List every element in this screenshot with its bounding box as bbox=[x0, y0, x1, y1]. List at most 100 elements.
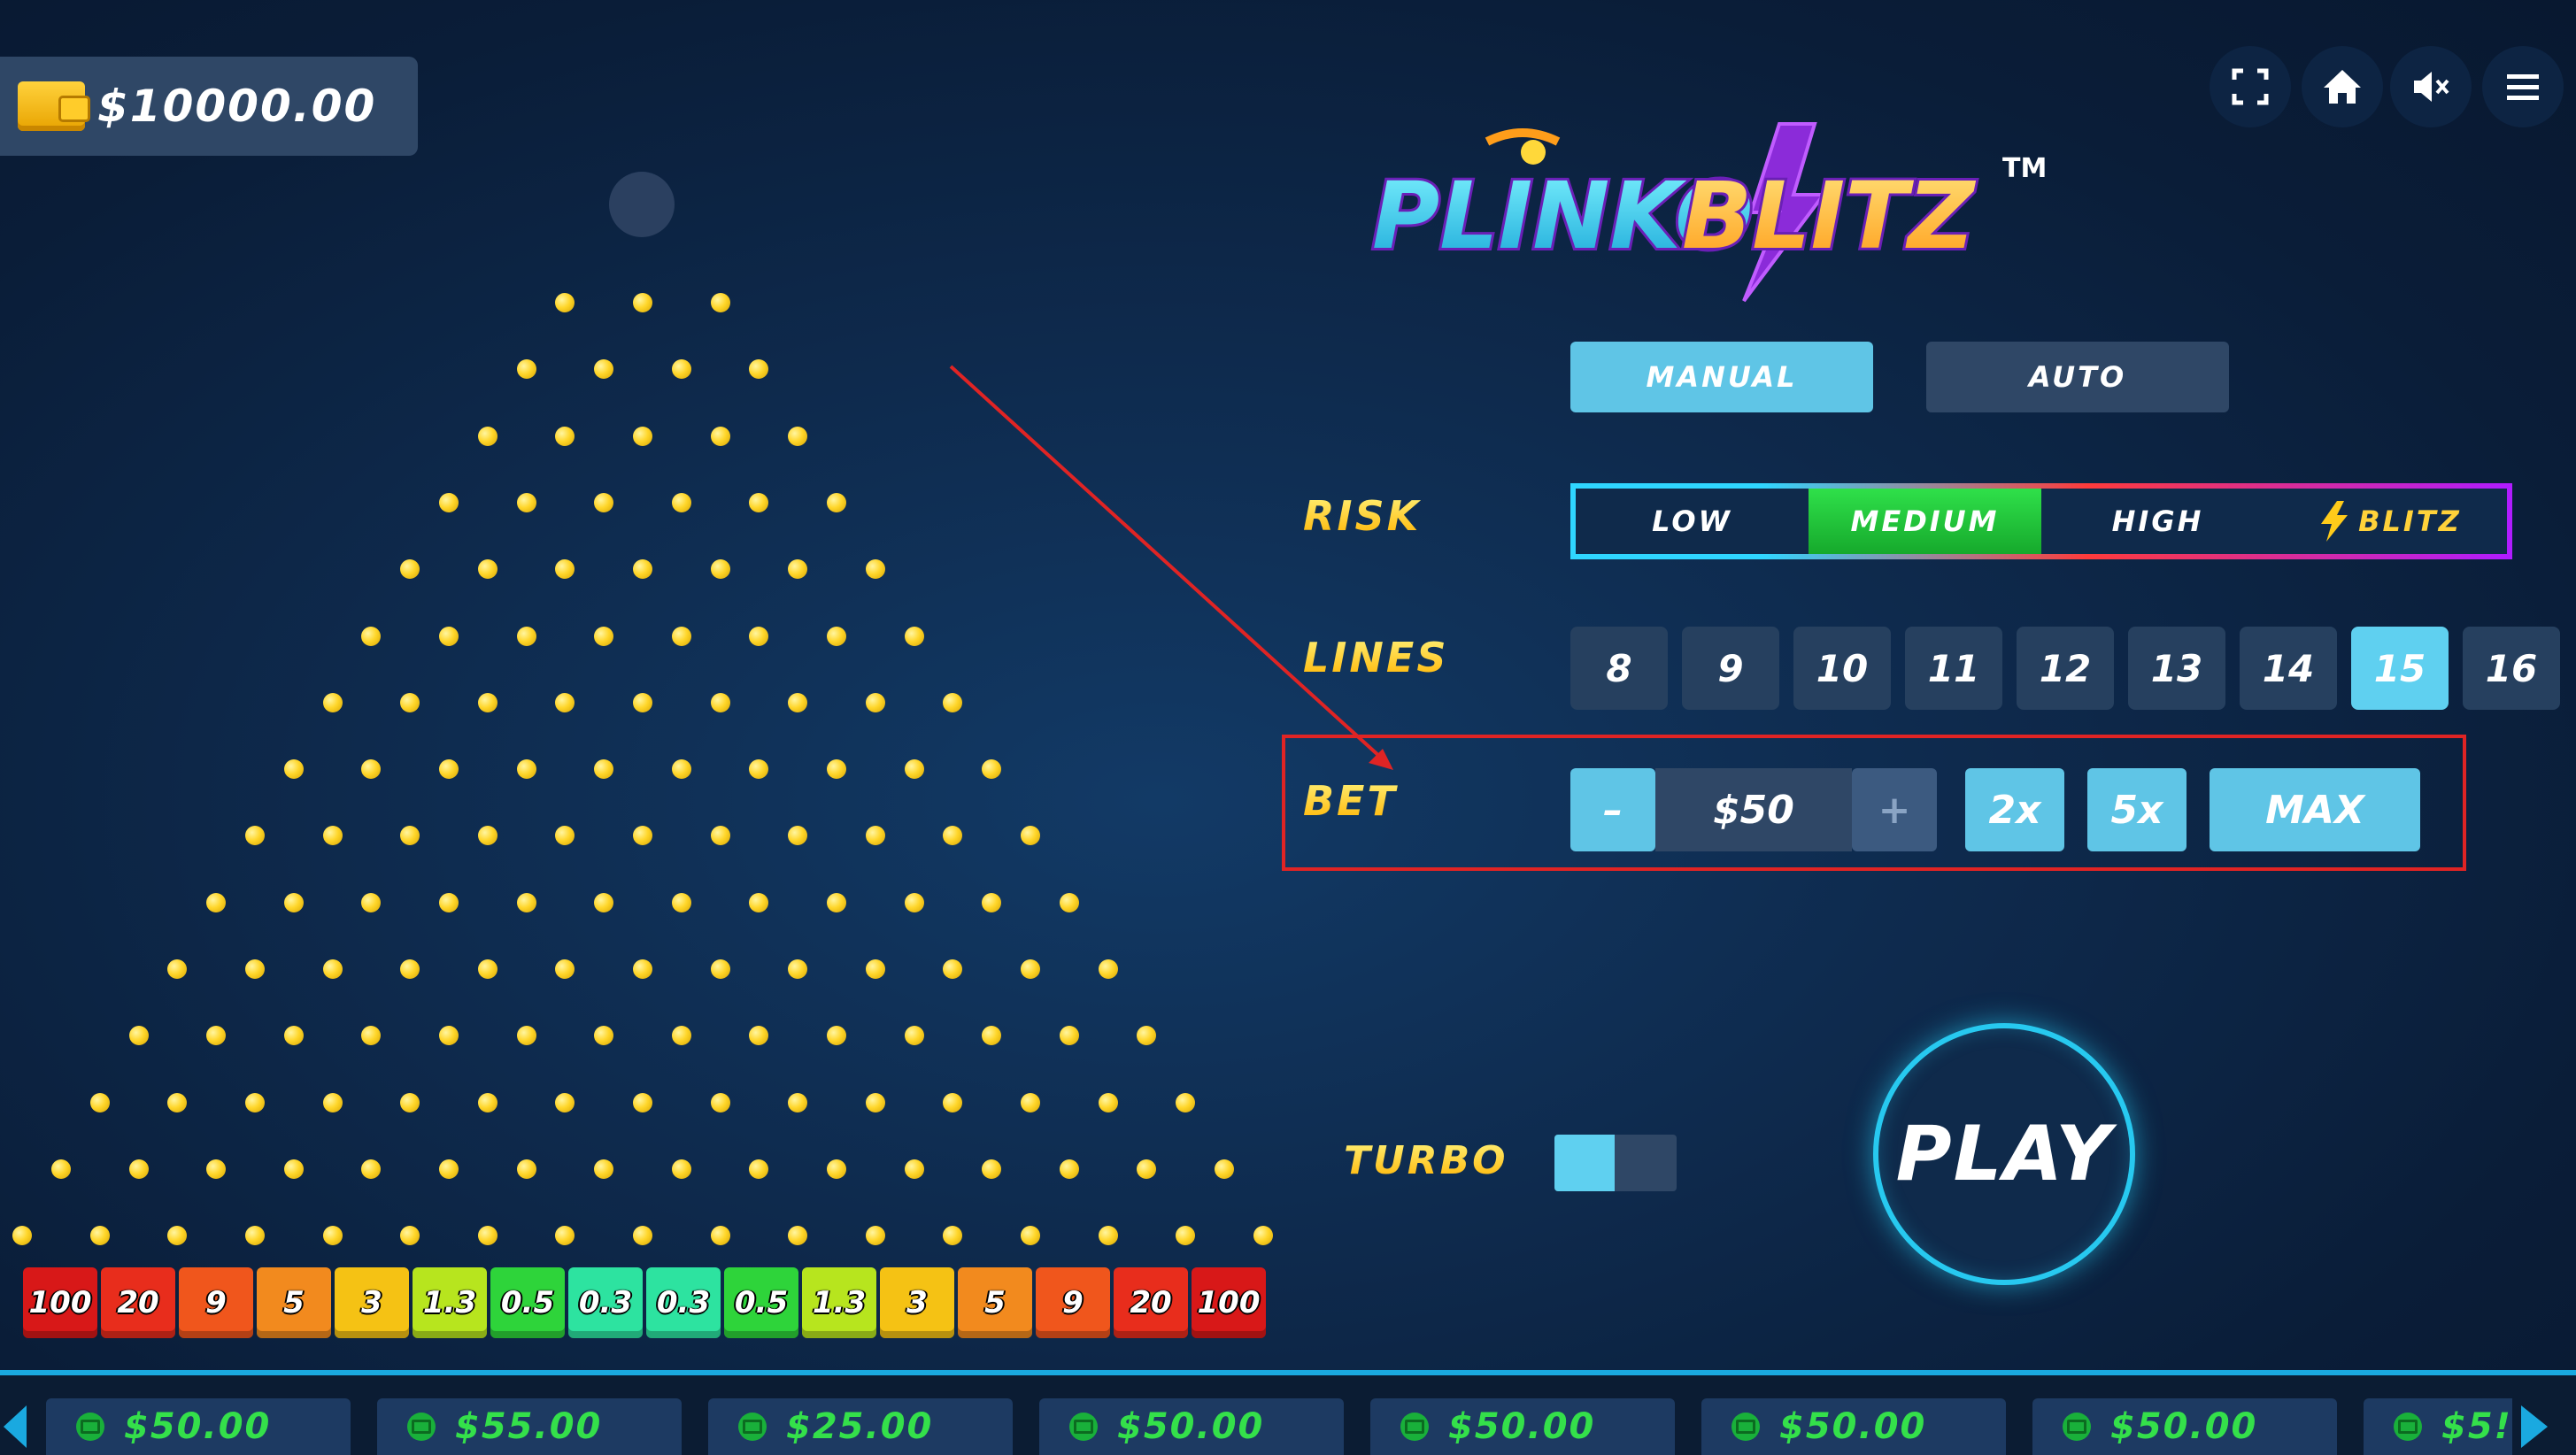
peg bbox=[594, 1159, 614, 1179]
peg bbox=[1137, 1026, 1157, 1046]
bet-amount-field[interactable]: $50 bbox=[1655, 768, 1852, 851]
bet-decrease-button[interactable]: – bbox=[1570, 768, 1655, 851]
peg bbox=[245, 959, 265, 979]
peg bbox=[788, 559, 808, 580]
multiplier-bucket: 1.3 bbox=[413, 1267, 487, 1338]
peg bbox=[245, 826, 265, 846]
peg bbox=[400, 1226, 420, 1246]
peg bbox=[167, 1092, 188, 1112]
peg bbox=[516, 892, 536, 912]
peg bbox=[827, 892, 846, 912]
peg bbox=[361, 1159, 382, 1179]
peg bbox=[827, 492, 846, 512]
peg bbox=[671, 626, 691, 646]
peg bbox=[283, 1026, 304, 1046]
lines-option-16[interactable]: 16 bbox=[2463, 627, 2560, 710]
peg bbox=[477, 1092, 497, 1112]
peg bbox=[400, 959, 420, 979]
lines-option-11[interactable]: 11 bbox=[1905, 627, 2002, 710]
risk-option-medium[interactable]: MEDIUM bbox=[1809, 489, 2041, 554]
history-item: $50.00 bbox=[1370, 1398, 1675, 1455]
auto-label: AUTO bbox=[2028, 360, 2127, 394]
history-item: $50.00 bbox=[2032, 1398, 2337, 1455]
peg bbox=[400, 692, 420, 712]
manual-mode-button[interactable]: MANUAL bbox=[1570, 342, 1873, 412]
peg bbox=[788, 1226, 808, 1246]
peg bbox=[749, 626, 769, 646]
peg bbox=[865, 692, 885, 712]
five-times-label: 5x bbox=[2110, 787, 2163, 833]
peg bbox=[1137, 1159, 1157, 1179]
peg bbox=[943, 692, 963, 712]
peg bbox=[633, 826, 652, 846]
peg bbox=[477, 559, 497, 580]
speaker-muted-icon bbox=[2414, 72, 2449, 102]
logo-text-blitz: BLITZ bbox=[1682, 162, 1976, 270]
menu-button[interactable] bbox=[2482, 46, 2564, 127]
history-left-arrow-icon[interactable] bbox=[0, 1398, 35, 1455]
peg bbox=[1021, 1226, 1040, 1246]
risk-option-low[interactable]: LOW bbox=[1576, 489, 1809, 554]
peg bbox=[982, 759, 1002, 780]
multiplier-bucket: 100 bbox=[23, 1267, 97, 1338]
peg bbox=[710, 293, 730, 312]
peg bbox=[516, 626, 536, 646]
peg bbox=[516, 759, 536, 780]
multiplier-bucket: 0.3 bbox=[646, 1267, 721, 1338]
multiplier-bucket: 5 bbox=[257, 1267, 331, 1338]
peg bbox=[439, 1026, 459, 1046]
multiplier-bucket: 100 bbox=[1192, 1267, 1266, 1338]
risk-option-high[interactable]: HIGH bbox=[2041, 489, 2274, 554]
peg bbox=[555, 1226, 575, 1246]
peg bbox=[633, 1226, 652, 1246]
auto-mode-button[interactable]: AUTO bbox=[1926, 342, 2229, 412]
bet-max-button[interactable]: MAX bbox=[2210, 768, 2420, 851]
lines-option-14[interactable]: 14 bbox=[2240, 627, 2337, 710]
lines-option-8[interactable]: 8 bbox=[1570, 627, 1668, 710]
peg bbox=[322, 1226, 343, 1246]
lines-option-13[interactable]: 13 bbox=[2128, 627, 2225, 710]
cash-icon bbox=[1731, 1413, 1760, 1441]
multiplier-bucket: 3 bbox=[880, 1267, 954, 1338]
home-button[interactable] bbox=[2302, 46, 2383, 127]
bet-increase-button[interactable]: + bbox=[1852, 768, 1937, 851]
peg bbox=[361, 759, 382, 780]
history-amount: $50.00 bbox=[2110, 1406, 2258, 1447]
bet-five-times-button[interactable]: 5x bbox=[2087, 768, 2187, 851]
cash-icon bbox=[738, 1413, 767, 1441]
multiplier-bucket: 20 bbox=[1114, 1267, 1188, 1338]
peg bbox=[865, 559, 885, 580]
peg bbox=[322, 826, 343, 846]
peg bbox=[710, 426, 730, 446]
turbo-toggle[interactable] bbox=[1554, 1135, 1677, 1191]
peg bbox=[1176, 1092, 1196, 1112]
lines-option-12[interactable]: 12 bbox=[2017, 627, 2114, 710]
risk-option-blitz[interactable]: BLITZ bbox=[2274, 489, 2507, 554]
multiplier-bucket: 1.3 bbox=[802, 1267, 876, 1338]
lines-option-10[interactable]: 10 bbox=[1793, 627, 1891, 710]
lines-label: LINES bbox=[1303, 634, 1449, 681]
history-right-arrow-icon[interactable] bbox=[2512, 1398, 2565, 1455]
peg bbox=[671, 759, 691, 780]
bet-label: BET bbox=[1303, 777, 1398, 825]
history-item: $50.00 bbox=[1701, 1398, 2006, 1455]
peg bbox=[167, 959, 188, 979]
multiplier-bucket: 0.5 bbox=[724, 1267, 798, 1338]
peg bbox=[827, 626, 846, 646]
peg bbox=[982, 1026, 1002, 1046]
peg bbox=[12, 1226, 33, 1246]
plinko-board bbox=[0, 0, 1292, 1257]
history-amount: $50.00 bbox=[1448, 1406, 1596, 1447]
history-item: $50.00 bbox=[46, 1398, 351, 1455]
bet-double-button[interactable]: 2x bbox=[1965, 768, 2064, 851]
peg bbox=[633, 293, 652, 312]
turbo-toggle-knob bbox=[1554, 1135, 1615, 1191]
lines-option-15[interactable]: 15 bbox=[2351, 627, 2449, 710]
fullscreen-button[interactable] bbox=[2210, 46, 2291, 127]
peg bbox=[633, 1092, 652, 1112]
peg bbox=[749, 1026, 769, 1046]
peg bbox=[167, 1226, 188, 1246]
lines-option-9[interactable]: 9 bbox=[1682, 627, 1779, 710]
play-button[interactable]: PLAY bbox=[1873, 1023, 2135, 1285]
mute-button[interactable] bbox=[2390, 46, 2472, 127]
